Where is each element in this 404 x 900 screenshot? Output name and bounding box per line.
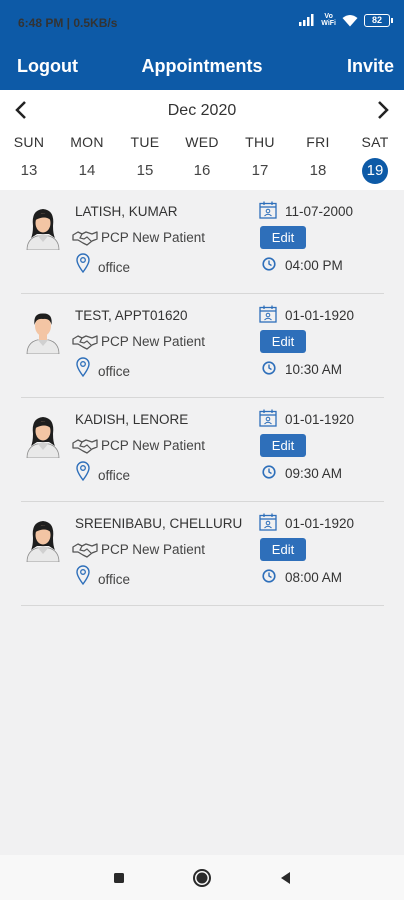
day-fri[interactable]: FRI 18 — [293, 134, 343, 184]
signal-icon — [299, 14, 314, 26]
system-nav-bar — [0, 855, 404, 900]
appointment-type: PCP New Patient — [101, 230, 206, 245]
day-number-selected: 19 — [362, 158, 388, 184]
appointment-row[interactable]: TEST, APPT01620 PCP New Patient office 0… — [21, 294, 384, 398]
edit-button[interactable]: Edit — [260, 538, 306, 561]
calendar-icon — [259, 513, 277, 531]
volte-indicator: Vo WiFi — [321, 13, 336, 27]
appointment-date: 01-01-1920 — [285, 516, 355, 531]
location-pin-icon — [76, 565, 90, 585]
battery-icon: 82 — [364, 13, 393, 27]
day-number: 16 — [193, 162, 211, 179]
calendar-icon — [259, 305, 277, 323]
patient-name: SREENIBABU, CHELLURU — [75, 516, 243, 531]
status-bar: 6:48 PM | 0.5KB/s Vo WiFi 82 — [0, 0, 404, 44]
day-of-week: SUN — [13, 134, 45, 150]
week-calendar: Dec 2020 SUN 13 MON 14 TUE 15 WED 16 THU… — [0, 90, 404, 190]
edit-button[interactable]: Edit — [260, 330, 306, 353]
location-pin-icon — [76, 253, 90, 273]
day-of-week: SAT — [361, 134, 389, 150]
day-number: 18 — [309, 162, 327, 179]
day-of-week: FRI — [306, 134, 330, 150]
chevron-left-icon[interactable] — [10, 98, 34, 122]
female-avatar-icon — [26, 209, 60, 250]
male-avatar-icon — [26, 313, 60, 354]
appointment-time: 10:30 AM — [285, 362, 343, 377]
clock-icon — [262, 257, 276, 271]
app-bar: Logout Appointments Invite — [0, 44, 404, 90]
back-icon[interactable] — [276, 868, 296, 888]
appointment-time: 04:00 PM — [285, 258, 343, 273]
appointment-list: LATISH, KUMAR PCP New Patient office 11-… — [0, 190, 404, 855]
recents-icon[interactable] — [109, 868, 129, 888]
day-of-week: THU — [245, 134, 275, 150]
female-avatar-icon — [26, 417, 60, 458]
female-avatar-icon — [26, 521, 60, 562]
appointment-date: 11-07-2000 — [285, 204, 354, 219]
wifi-icon — [342, 14, 358, 26]
volte-bottom-label: WiFi — [321, 20, 336, 27]
day-of-week: TUE — [130, 134, 160, 150]
day-number: 15 — [136, 162, 154, 179]
system-icons: Vo WiFi 82 — [299, 13, 393, 27]
clock-icon — [262, 361, 276, 375]
calendar-icon — [259, 409, 277, 427]
handshake-icon — [72, 231, 98, 246]
day-thu[interactable]: THU 17 — [235, 134, 285, 184]
handshake-icon — [72, 543, 98, 558]
edit-button[interactable]: Edit — [260, 434, 306, 457]
appointment-row[interactable]: SREENIBABU, CHELLURU PCP New Patient off… — [21, 502, 384, 606]
day-of-week: WED — [185, 134, 219, 150]
appointment-type: PCP New Patient — [101, 438, 206, 453]
appointment-type: PCP New Patient — [101, 542, 206, 557]
appointment-location: office — [98, 572, 131, 587]
appointment-time: 09:30 AM — [285, 466, 343, 481]
appointment-location: office — [98, 364, 131, 379]
logout-button[interactable]: Logout — [17, 56, 78, 77]
chevron-right-icon[interactable] — [370, 98, 394, 122]
location-pin-icon — [76, 357, 90, 377]
day-sat-selected[interactable]: SAT 19 — [350, 134, 400, 184]
handshake-icon — [72, 335, 98, 350]
patient-name: LATISH, KUMAR — [75, 204, 178, 219]
appointment-location: office — [98, 468, 131, 483]
appointment-row[interactable]: LATISH, KUMAR PCP New Patient office 11-… — [21, 190, 384, 294]
volte-top-label: Vo — [324, 13, 333, 20]
day-mon[interactable]: MON 14 — [62, 134, 112, 184]
location-pin-icon — [76, 461, 90, 481]
handshake-icon — [72, 439, 98, 454]
appointment-row[interactable]: KADISH, LENORE PCP New Patient office 01… — [21, 398, 384, 502]
day-number: 17 — [251, 162, 269, 179]
appointment-date: 01-01-1920 — [285, 412, 355, 427]
appointment-time: 08:00 AM — [285, 570, 343, 585]
status-time: 6:48 PM | 0.5KB/s — [18, 16, 118, 30]
month-label: Dec 2020 — [167, 102, 237, 119]
appointment-date: 01-01-1920 — [285, 308, 355, 323]
invite-button[interactable]: Invite — [347, 56, 394, 77]
edit-button[interactable]: Edit — [260, 226, 306, 249]
clock-icon — [262, 569, 276, 583]
clock-icon — [262, 465, 276, 479]
day-sun[interactable]: SUN 13 — [4, 134, 54, 184]
home-icon[interactable] — [192, 868, 212, 888]
day-number: 13 — [20, 162, 38, 179]
patient-name: KADISH, LENORE — [75, 412, 189, 427]
day-tue[interactable]: TUE 15 — [120, 134, 170, 184]
patient-name: TEST, APPT01620 — [75, 308, 188, 323]
day-wed[interactable]: WED 16 — [177, 134, 227, 184]
appointment-location: office — [98, 260, 131, 275]
day-number: 14 — [78, 162, 96, 179]
day-of-week: MON — [70, 134, 104, 150]
calendar-icon — [259, 201, 277, 219]
appointment-type: PCP New Patient — [101, 334, 206, 349]
